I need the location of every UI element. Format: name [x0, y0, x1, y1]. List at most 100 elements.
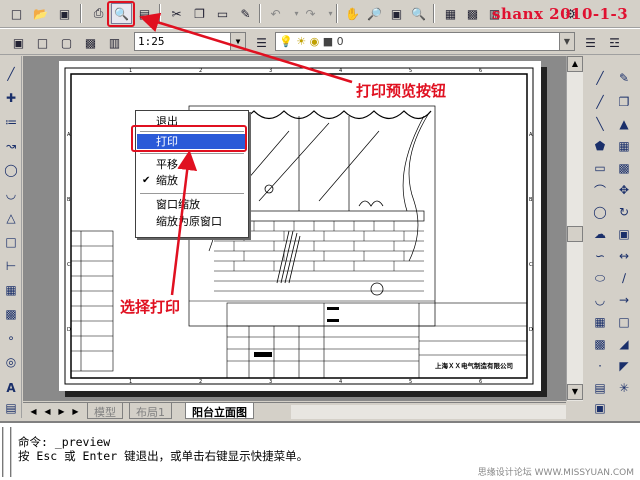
erase-icon[interactable]: ✎ — [614, 68, 634, 88]
tab-model[interactable]: 模型 — [87, 403, 123, 419]
scale-icon[interactable]: ▣ — [614, 224, 634, 244]
viewport-scale-value: 1:25 — [138, 35, 165, 48]
menu-item-zoom-window[interactable]: 窗口缩放 — [137, 197, 247, 212]
ellipse-icon[interactable]: ⬭ — [590, 268, 610, 288]
point-icon[interactable]: ⋅ — [590, 356, 610, 376]
layer-select[interactable]: 💡 ☀ ◉ ■ 0 ▼ — [275, 32, 575, 51]
polygon-icon[interactable]: △ — [1, 208, 21, 228]
preview-button-callout: 打印预览按钮 — [356, 82, 447, 100]
chamfer-icon[interactable]: ◢ — [614, 334, 634, 354]
region-icon[interactable]: ▣ — [590, 398, 610, 418]
single-viewport-icon[interactable]: □ — [32, 32, 53, 53]
extend-icon[interactable]: → — [614, 290, 634, 310]
rotate-icon[interactable]: ↻ — [614, 202, 634, 222]
publish-icon[interactable]: ▤ — [134, 3, 155, 24]
line-icon[interactable]: ╱ — [590, 68, 610, 88]
new-file-icon[interactable]: □ — [6, 3, 27, 24]
ellipse-arc-icon[interactable]: ◡ — [590, 290, 610, 310]
tab-layout1[interactable]: 布局1 — [129, 403, 172, 419]
hatch-icon[interactable]: ▤ — [590, 378, 610, 398]
menu-item-zoom-original[interactable]: 缩放为原窗口 — [137, 214, 247, 229]
cut-icon[interactable]: ✂ — [166, 3, 187, 24]
rectangle-icon[interactable]: ▭ — [590, 158, 610, 178]
construction-line-icon[interactable]: ✚ — [1, 88, 21, 108]
lock-icon: ◉ — [309, 35, 320, 48]
chevron-down-icon[interactable]: ▼ — [230, 33, 245, 50]
polygon-icon[interactable]: ⬟ — [590, 136, 610, 156]
undo-icon[interactable]: ↶ — [265, 3, 286, 24]
paper-sheet: 123456 123456 ABCD ABCD 上海ＸＸ电气制造有限公司 — [59, 61, 541, 391]
text-icon[interactable]: A — [1, 378, 21, 398]
circle-icon[interactable]: ◯ — [1, 160, 21, 180]
make-layer-current-icon[interactable]: ☰ — [580, 32, 601, 53]
xline-icon[interactable]: ╲ — [590, 114, 610, 134]
menu-item-pan[interactable]: 平移 — [137, 157, 247, 172]
region-icon[interactable]: ◎ — [1, 352, 21, 372]
paste-icon[interactable]: ▭ — [212, 3, 233, 24]
viewport-scale-select[interactable]: 1:25 ▼ — [134, 32, 246, 51]
stretch-icon[interactable]: ↔ — [614, 246, 634, 266]
array-icon[interactable]: ▩ — [614, 158, 634, 178]
clip-viewport-icon[interactable]: ▥ — [104, 32, 125, 53]
revcloud-icon[interactable]: ☁ — [590, 224, 610, 244]
save-icon[interactable]: ▣ — [54, 3, 75, 24]
first-tab-icon[interactable]: ◀ — [27, 405, 40, 418]
zoom-realtime-icon[interactable]: 🔎 — [364, 3, 385, 24]
match-properties-icon[interactable]: ✎ — [235, 3, 256, 24]
pan-realtime-icon[interactable]: ✋ — [342, 3, 363, 24]
table-icon[interactable]: ▤ — [1, 398, 21, 418]
trim-icon[interactable]: ∕ — [614, 268, 634, 288]
scroll-down-icon[interactable]: ▼ — [567, 384, 583, 400]
offset-icon[interactable]: ▦ — [614, 136, 634, 156]
spline-icon[interactable]: ∽ — [590, 246, 610, 266]
copy-icon[interactable]: ❐ — [189, 3, 210, 24]
mirror-icon[interactable]: ▲ — [614, 114, 634, 134]
break-icon[interactable]: □ — [614, 312, 634, 332]
design-center-icon[interactable]: ▩ — [462, 3, 483, 24]
fillet-icon[interactable]: ◤ — [614, 356, 634, 376]
last-tab-icon[interactable]: ▶ — [69, 405, 82, 418]
open-file-icon[interactable]: 📂 — [30, 3, 51, 24]
tab-balcony-elevation[interactable]: 阳台立面图 — [185, 403, 254, 419]
svg-text:6: 6 — [479, 379, 482, 385]
properties-icon[interactable]: ▦ — [440, 3, 461, 24]
multiline-icon[interactable]: ≔ — [1, 112, 21, 132]
command-line[interactable]: 命令: _preview 按 Esc 或 Enter 键退出，或单击右键显示快捷… — [0, 421, 640, 480]
toolbar-separator — [259, 4, 261, 23]
dimension-icon[interactable]: ⊢ — [1, 256, 21, 276]
menu-item-zoom[interactable]: ✔ 缩放 — [137, 173, 247, 188]
zoom-window-icon[interactable]: ▣ — [386, 3, 407, 24]
convert-object-viewport-icon[interactable]: ▩ — [80, 32, 101, 53]
layer-manager-icon[interactable]: ☰ — [251, 32, 272, 53]
line-icon[interactable]: ╱ — [1, 64, 21, 84]
arc-icon[interactable]: ◡ — [1, 184, 21, 204]
insert-block-icon[interactable]: ▦ — [590, 312, 610, 332]
rectangle-icon[interactable]: □ — [1, 232, 21, 252]
circle-icon[interactable]: ◯ — [590, 202, 610, 222]
point-icon[interactable]: ∘ — [1, 328, 21, 348]
polygonal-viewport-icon[interactable]: ▢ — [56, 32, 77, 53]
ray-icon[interactable]: ╱ — [590, 92, 610, 112]
next-tab-icon[interactable]: ▶ — [55, 405, 68, 418]
prev-tab-icon[interactable]: ◀ — [41, 405, 54, 418]
print-icon[interactable]: ⎙ — [88, 3, 109, 24]
arc-icon[interactable]: ⌒ — [590, 180, 610, 200]
explode-icon[interactable]: ✳ — [614, 378, 634, 398]
scroll-up-icon[interactable]: ▲ — [567, 56, 583, 72]
vertical-scrollbar[interactable]: ▲ ▼ — [566, 56, 583, 401]
block-icon[interactable]: ▩ — [1, 304, 21, 324]
viewport-dialog-icon[interactable]: ▣ — [8, 32, 29, 53]
redo-icon[interactable]: ↷ — [300, 3, 321, 24]
hatch-icon[interactable]: ▦ — [1, 280, 21, 300]
chevron-down-icon[interactable]: ▼ — [559, 33, 574, 50]
layer-previous-icon[interactable]: ☲ — [604, 32, 625, 53]
move-icon[interactable]: ✥ — [614, 180, 634, 200]
make-block-icon[interactable]: ▩ — [590, 334, 610, 354]
polyline-icon[interactable]: ↝ — [1, 136, 21, 156]
command-grip[interactable] — [2, 427, 12, 477]
copy-object-icon[interactable]: ❐ — [614, 92, 634, 112]
zoom-previous-icon[interactable]: 🔍 — [408, 3, 429, 24]
scroll-thumb[interactable] — [567, 226, 583, 242]
svg-text:D: D — [529, 327, 533, 333]
horizontal-scrollbar[interactable] — [291, 405, 566, 419]
